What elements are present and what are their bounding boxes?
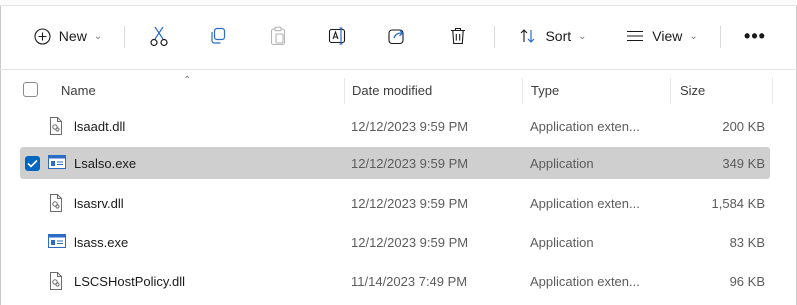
sort-icon <box>519 28 537 44</box>
column-header-row: ⌃ Name Date modified Type Size <box>0 72 797 108</box>
file-type: Application <box>530 235 594 250</box>
column-divider[interactable] <box>670 78 671 104</box>
column-header-type[interactable]: Type <box>531 83 559 98</box>
cut-icon <box>149 25 169 47</box>
paste-button[interactable] <box>262 18 294 54</box>
chevron-down-icon: ⌄ <box>689 30 698 42</box>
toolbar-separator <box>124 26 125 48</box>
delete-button[interactable] <box>442 18 474 54</box>
row-checkbox-checked[interactable] <box>25 156 40 171</box>
exe-file-icon <box>48 154 66 172</box>
file-row-selected[interactable]: Lsalso.exe 12/12/2023 9:59 PM Applicatio… <box>20 147 770 179</box>
view-button-label: View <box>652 28 683 44</box>
column-divider[interactable] <box>344 78 345 104</box>
view-icon <box>626 30 644 42</box>
sort-ascending-icon: ⌃ <box>183 75 192 86</box>
copy-icon <box>209 27 227 45</box>
delete-icon <box>449 26 467 46</box>
toolbar-separator <box>494 26 495 48</box>
column-header-name[interactable]: Name <box>61 83 96 98</box>
column-divider[interactable] <box>522 78 523 104</box>
toolbar-separator <box>720 26 721 48</box>
file-name: Lsalso.exe <box>74 156 137 171</box>
column-header-size[interactable]: Size <box>680 83 705 98</box>
sort-button[interactable]: Sort ⌄ <box>507 18 599 54</box>
view-button[interactable]: View ⌄ <box>614 18 710 54</box>
dll-file-icon <box>48 117 64 135</box>
file-type: Application exten... <box>530 274 640 289</box>
rename-icon <box>328 26 348 46</box>
file-row[interactable]: lsasrv.dll 12/12/2023 9:59 PM Applicatio… <box>20 187 770 219</box>
file-size: 96 KB <box>729 274 765 289</box>
file-row[interactable]: lsaadt.dll 12/12/2023 9:59 PM Applicatio… <box>20 110 770 142</box>
plus-circle-icon <box>34 27 51 45</box>
file-type: Application exten... <box>530 196 640 211</box>
file-name: lsasrv.dll <box>74 196 124 211</box>
share-button[interactable] <box>381 18 413 54</box>
file-name: lsaadt.dll <box>74 119 126 134</box>
file-size: 83 KB <box>729 235 765 250</box>
paste-icon <box>270 26 286 46</box>
new-button[interactable]: New ⌄ <box>26 18 110 54</box>
file-name: lsass.exe <box>74 235 129 250</box>
file-date-modified: 12/12/2023 9:59 PM <box>351 156 469 171</box>
file-name: LSCSHostPolicy.dll <box>74 274 186 289</box>
share-icon <box>387 26 407 46</box>
file-row[interactable]: LSCSHostPolicy.dll 11/14/2023 7:49 PM Ap… <box>20 265 770 297</box>
file-date-modified: 12/12/2023 9:59 PM <box>351 119 469 134</box>
file-type: Application exten... <box>530 119 640 134</box>
exe-file-icon <box>48 233 66 251</box>
sort-button-label: Sort <box>545 28 572 44</box>
dll-file-icon <box>48 272 64 290</box>
cut-button[interactable] <box>143 18 175 54</box>
file-date-modified: 11/14/2023 7:49 PM <box>351 274 468 289</box>
chevron-down-icon: ⌄ <box>93 30 103 42</box>
chevron-down-icon: ⌄ <box>578 30 587 42</box>
column-divider[interactable] <box>772 78 773 104</box>
file-type: Application <box>530 156 594 171</box>
copy-button[interactable] <box>202 18 234 54</box>
file-row[interactable]: lsass.exe 12/12/2023 9:59 PM Application… <box>20 226 770 258</box>
dll-file-icon <box>48 194 64 212</box>
file-size: 349 KB <box>722 156 765 171</box>
more-icon: ••• <box>744 25 766 46</box>
file-size: 1,584 KB <box>711 196 766 211</box>
command-bar: New ⌄ Sort ⌄ View ⌄ ••• <box>0 6 797 70</box>
checkmark-icon <box>27 159 38 168</box>
file-date-modified: 12/12/2023 9:59 PM <box>351 196 469 211</box>
more-options-button[interactable]: ••• <box>735 18 775 54</box>
select-all-checkbox[interactable] <box>23 82 38 97</box>
new-button-label: New <box>58 28 87 44</box>
column-header-date[interactable]: Date modified <box>352 83 432 98</box>
file-size: 200 KB <box>722 119 765 134</box>
file-date-modified: 12/12/2023 9:59 PM <box>351 235 469 250</box>
rename-button[interactable] <box>322 18 354 54</box>
